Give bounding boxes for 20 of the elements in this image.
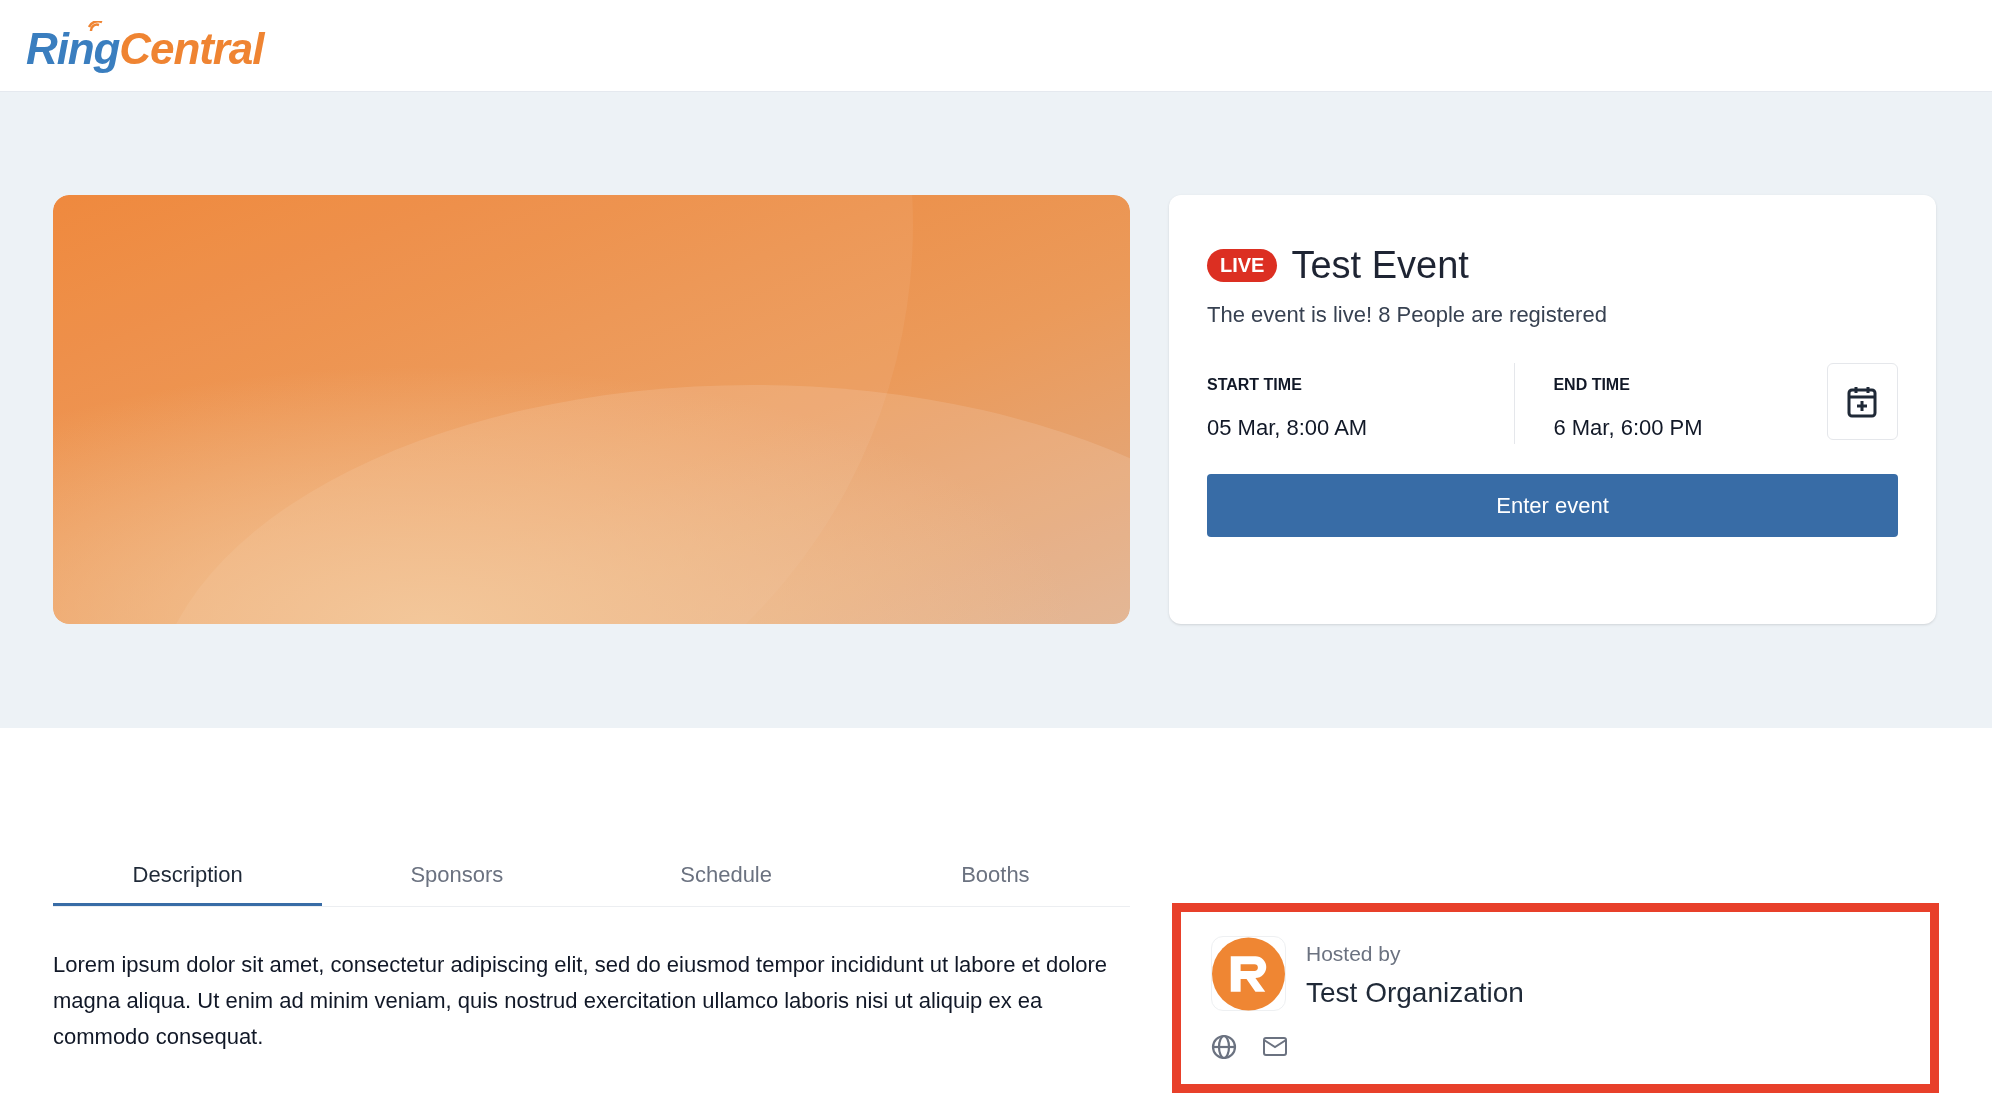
mail-icon[interactable] [1263, 1037, 1287, 1056]
time-value: 05 Mar, 8:00 AM [1207, 414, 1369, 442]
time-label: START TIME [1207, 375, 1303, 395]
tab[interactable]: Description [53, 845, 323, 906]
tab[interactable]: Schedule [591, 845, 861, 906]
hosted-by-label: Hosted by [1306, 941, 1402, 967]
add-to-calendar-button[interactable] [1826, 363, 1898, 440]
description-text: Lorem ipsum dolor sit amet, consectetur adipiscing elit, sed do eiusmod tempor incididunt ut labore et dolore magna aliqua. Ut enim ad minim veniam, quis nostrud exercitation ullamco laboris nisi ut aliquip ex ea commodo consequat. [53, 951, 1109, 1051]
calendar-plus-icon [1846, 384, 1879, 419]
logo[interactable]: RingCentral [26, 20, 264, 71]
globe-icon[interactable] [1211, 1033, 1237, 1060]
tab[interactable]: Booths [860, 845, 1130, 906]
time-value: 6 Mar, 6:00 PM [1553, 414, 1704, 442]
event-status: The event is live! 8 People are registered [1207, 301, 1608, 329]
organization-name: Test Organization [1306, 975, 1524, 1010]
live-badge: LIVE [1207, 249, 1278, 282]
tab[interactable]: Sponsors [322, 845, 592, 906]
enter-event-button[interactable]: Enter event [1207, 474, 1898, 537]
event-title: Test Event [1291, 243, 1469, 288]
time-label: END TIME [1553, 375, 1631, 395]
